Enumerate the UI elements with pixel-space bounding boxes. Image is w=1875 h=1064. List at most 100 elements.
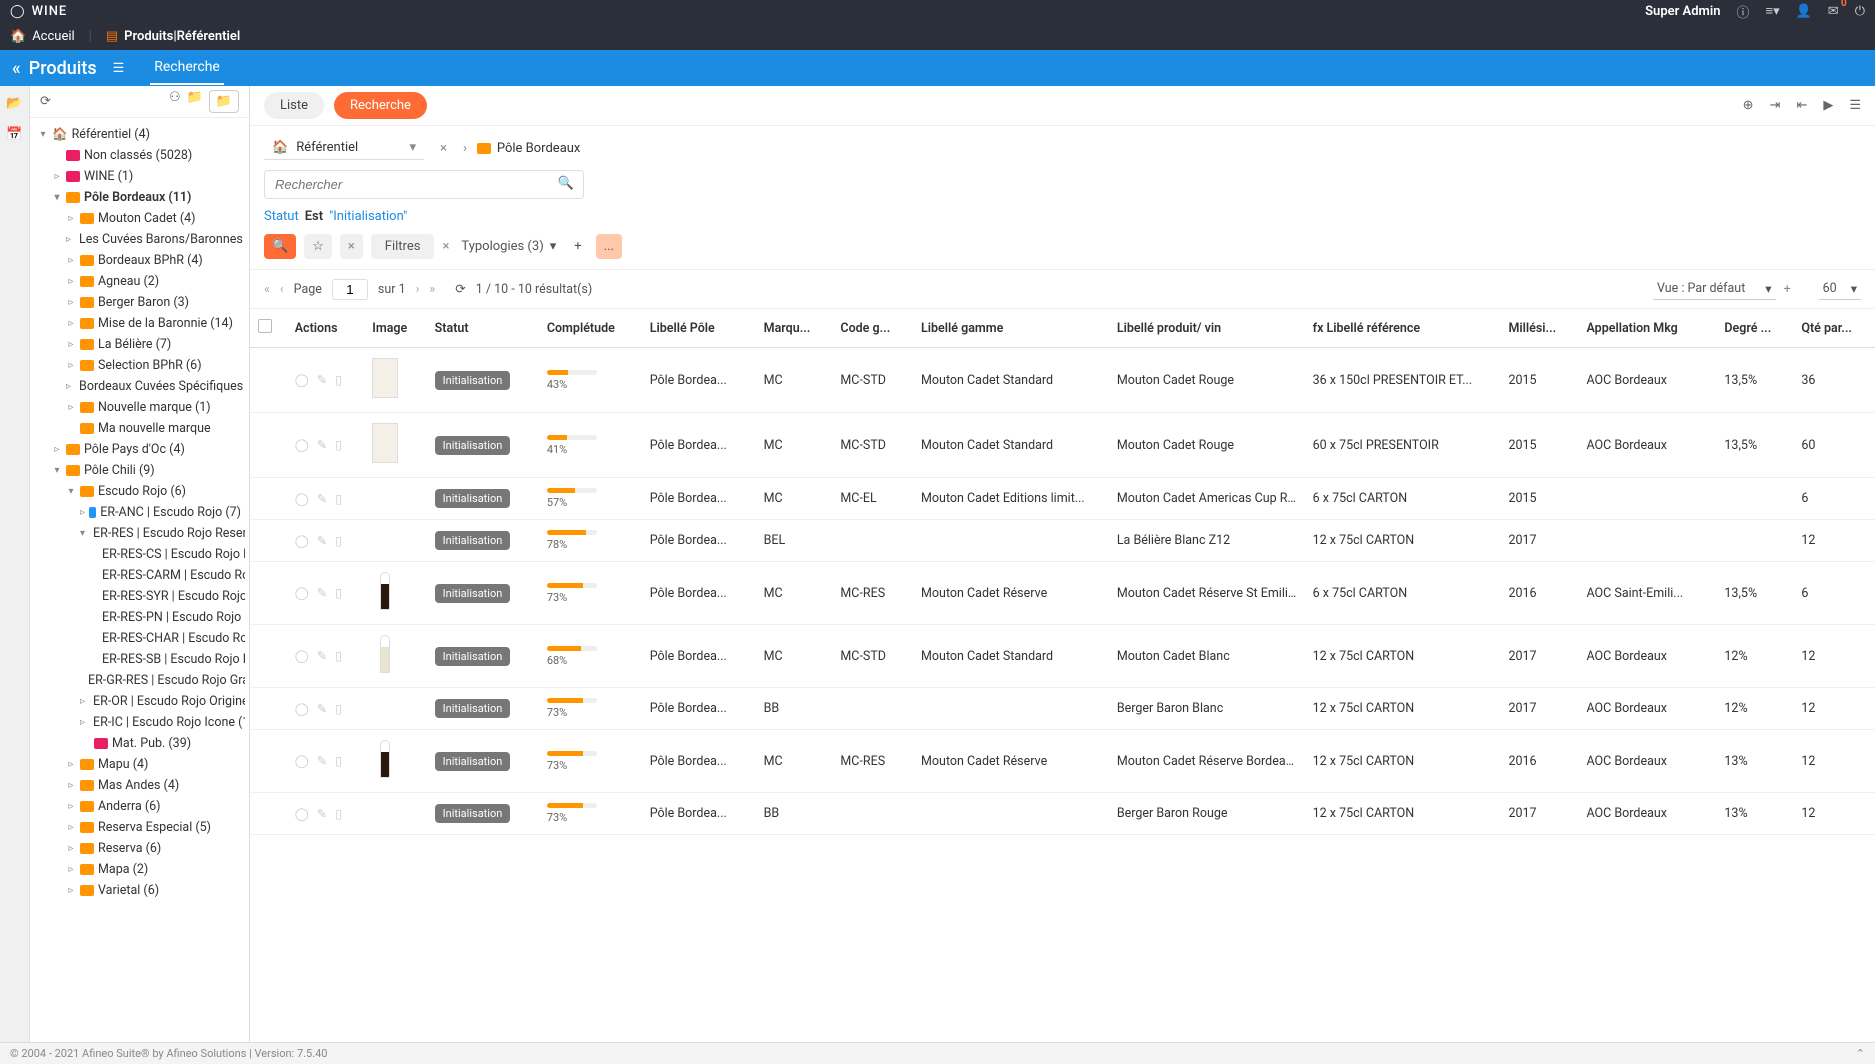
user-icon[interactable]: 👤 bbox=[1796, 4, 1812, 19]
seg-recherche[interactable]: Recherche bbox=[334, 92, 427, 119]
tree-item[interactable]: ▹ER-IC | Escudo Rojo Icone (1) bbox=[34, 712, 245, 733]
table-row[interactable]: ◯✎▯Initialisation73%Pôle Bordea...BBBerg… bbox=[250, 793, 1875, 835]
tree-item[interactable]: ER-RES-CS | Escudo Rojo R... bbox=[34, 544, 245, 565]
circle-icon[interactable]: ◯ bbox=[295, 437, 309, 453]
tree-item[interactable]: ▹Reserva Especial (5) bbox=[34, 817, 245, 838]
help-icon[interactable]: ⓘ bbox=[1736, 2, 1749, 21]
pill-typologies[interactable]: Typologies (3) ▾ bbox=[457, 234, 560, 259]
refresh-icon[interactable]: ⟳ bbox=[455, 281, 465, 297]
tree-item[interactable]: ▹Bordeaux BPhR (4) bbox=[34, 250, 245, 271]
circle-icon[interactable]: ◯ bbox=[295, 648, 309, 664]
tree-item[interactable]: ER-GR-RES | Escudo Rojo Gra... bbox=[34, 670, 245, 691]
folder-boxed-icon[interactable]: 📁 bbox=[209, 90, 239, 113]
pill-more[interactable]: ... bbox=[596, 234, 622, 259]
table-row[interactable]: ◯✎▯Initialisation78%Pôle Bordea...BELLa … bbox=[250, 520, 1875, 562]
search-input[interactable] bbox=[264, 170, 584, 199]
column-header[interactable]: Image bbox=[364, 309, 426, 348]
delete-icon[interactable]: ▯ bbox=[335, 533, 342, 549]
list-toggle-icon[interactable]: ☰ bbox=[1849, 98, 1861, 113]
edit-icon[interactable]: ✎ bbox=[317, 491, 327, 507]
folder-open-icon[interactable]: 📂 bbox=[6, 96, 22, 111]
tree-item[interactable]: ER-RES-SB | Escudo Rojo R... bbox=[34, 649, 245, 670]
next-page-icon[interactable]: › bbox=[416, 282, 420, 297]
delete-icon[interactable]: ▯ bbox=[335, 701, 342, 717]
menu-icon[interactable]: ≡▾ bbox=[1765, 3, 1779, 19]
column-header[interactable]: Complétude bbox=[539, 309, 642, 348]
pill-clear[interactable]: × bbox=[340, 234, 363, 259]
collapse-icon[interactable]: « bbox=[12, 58, 21, 79]
circle-icon[interactable]: ◯ bbox=[295, 533, 309, 549]
table-row[interactable]: ◯✎▯Initialisation41%Pôle Bordea...MCMC-S… bbox=[250, 413, 1875, 478]
breadcrumb-path[interactable]: Pôle Bordeaux bbox=[477, 141, 581, 156]
column-header[interactable]: Libellé gamme bbox=[913, 309, 1109, 348]
pill-plus[interactable]: + bbox=[568, 239, 587, 254]
table-row[interactable]: ◯✎▯Initialisation57%Pôle Bordea...MCMC-E… bbox=[250, 478, 1875, 520]
tree-item[interactable]: ▹Selection BPhR (6) bbox=[34, 355, 245, 376]
tree-item[interactable]: Ma nouvelle marque bbox=[34, 418, 245, 439]
search-icon[interactable]: 🔍 bbox=[558, 176, 574, 191]
circle-icon[interactable]: ◯ bbox=[295, 701, 309, 717]
import-icon[interactable]: ⇥ bbox=[1770, 98, 1781, 113]
nav-products[interactable]: ▤ Produits|Référentiel bbox=[106, 29, 240, 44]
hamburger-icon[interactable]: ☰ bbox=[113, 61, 125, 76]
tree-item[interactable]: ▹WINE (1) bbox=[34, 166, 245, 187]
table-row[interactable]: ◯✎▯Initialisation68%Pôle Bordea...MCMC-S… bbox=[250, 625, 1875, 688]
tree-item[interactable]: ▹Mapu (4) bbox=[34, 754, 245, 775]
close-icon[interactable]: × bbox=[442, 239, 449, 254]
column-header[interactable]: Code g... bbox=[832, 309, 913, 348]
breadcrumb-select[interactable]: 🏠 Référentiel ▾ bbox=[264, 136, 424, 160]
expand-icon[interactable]: ⌃ bbox=[1856, 1047, 1865, 1060]
edit-icon[interactable]: ✎ bbox=[317, 585, 327, 601]
add-icon[interactable]: ⊕ bbox=[1743, 98, 1754, 113]
column-header[interactable]: fx Libellé référence bbox=[1305, 309, 1501, 348]
delete-icon[interactable]: ▯ bbox=[335, 806, 342, 822]
column-header[interactable] bbox=[250, 309, 287, 348]
tree-item[interactable]: ▹Mise de la Baronnie (14) bbox=[34, 313, 245, 334]
page-input[interactable] bbox=[332, 279, 368, 300]
table-row[interactable]: ◯✎▯Initialisation43%Pôle Bordea...MCMC-S… bbox=[250, 348, 1875, 413]
edit-icon[interactable]: ✎ bbox=[317, 753, 327, 769]
column-header[interactable]: Degré ... bbox=[1716, 309, 1793, 348]
tree-item[interactable]: ▹ER-ANC | Escudo Rojo (7) bbox=[34, 502, 245, 523]
table-row[interactable]: ◯✎▯Initialisation73%Pôle Bordea...MCMC-R… bbox=[250, 562, 1875, 625]
tree-item[interactable]: ▾Pôle Chili (9) bbox=[34, 460, 245, 481]
filter-value[interactable]: "Initialisation" bbox=[329, 209, 407, 224]
circle-icon[interactable]: ◯ bbox=[295, 372, 309, 388]
column-header[interactable]: Appellation Mkg bbox=[1578, 309, 1716, 348]
pill-star[interactable]: ☆ bbox=[304, 234, 332, 259]
nav-home[interactable]: 🏠 Accueil bbox=[10, 29, 75, 44]
tree-item[interactable]: ▹Varietal (6) bbox=[34, 880, 245, 901]
circle-icon[interactable]: ◯ bbox=[295, 585, 309, 601]
tree-item[interactable]: ▾ER-RES | Escudo Rojo Reserve ... bbox=[34, 523, 245, 544]
column-header[interactable]: Millési... bbox=[1500, 309, 1578, 348]
delete-icon[interactable]: ▯ bbox=[335, 372, 342, 388]
tree-item[interactable]: ▾Pôle Bordeaux (11) bbox=[34, 187, 245, 208]
column-header[interactable]: Qté par... bbox=[1793, 309, 1875, 348]
last-page-icon[interactable]: » bbox=[429, 282, 435, 297]
select-all-checkbox[interactable] bbox=[258, 319, 272, 333]
tree-item[interactable]: ER-RES-PN | Escudo Rojo R... bbox=[34, 607, 245, 628]
edit-icon[interactable]: ✎ bbox=[317, 701, 327, 717]
column-header[interactable]: Actions bbox=[287, 309, 365, 348]
column-header[interactable]: Marqu... bbox=[756, 309, 833, 348]
circle-icon[interactable]: ◯ bbox=[295, 806, 309, 822]
tree-item[interactable]: Non classés (5028) bbox=[34, 145, 245, 166]
tree-item[interactable]: Mat. Pub. (39) bbox=[34, 733, 245, 754]
mail-icon[interactable]: ✉0 bbox=[1828, 4, 1839, 19]
prev-page-icon[interactable]: ‹ bbox=[280, 282, 284, 297]
folder-icon[interactable]: 📁 bbox=[187, 90, 203, 113]
table-wrap[interactable]: ActionsImageStatutComplétudeLibellé Pôle… bbox=[250, 309, 1875, 1042]
table-row[interactable]: ◯✎▯Initialisation73%Pôle Bordea...MCMC-R… bbox=[250, 730, 1875, 793]
tree-root[interactable]: ▾ 🏠 Référentiel (4) bbox=[34, 124, 245, 145]
export-icon[interactable]: ⇤ bbox=[1796, 98, 1807, 113]
delete-icon[interactable]: ▯ bbox=[335, 585, 342, 601]
count-select[interactable]: 60 ▾ bbox=[1819, 279, 1861, 300]
tree-item[interactable]: ▹Berger Baron (3) bbox=[34, 292, 245, 313]
power-icon[interactable]: ⏻ bbox=[1855, 4, 1865, 19]
edit-icon[interactable]: ✎ bbox=[317, 372, 327, 388]
seg-liste[interactable]: Liste bbox=[264, 92, 324, 119]
column-header[interactable]: Libellé produit/ vin bbox=[1109, 309, 1305, 348]
tree-item[interactable]: ER-RES-CHAR | Escudo Roj... bbox=[34, 628, 245, 649]
pill-search[interactable]: 🔍 bbox=[264, 234, 296, 259]
filter-statut[interactable]: Statut bbox=[264, 209, 299, 224]
